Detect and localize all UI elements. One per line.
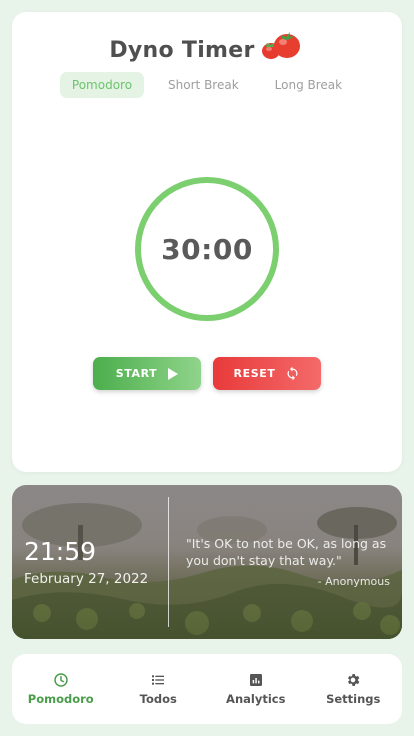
mode-tabs: Pomodoro Short Break Long Break (12, 72, 402, 98)
gear-icon (345, 672, 361, 688)
nav-item-label: Settings (326, 692, 381, 706)
bottom-nav: Pomodoro Todos Analytics Settings (12, 654, 402, 724)
nav-item-settings[interactable]: Settings (308, 672, 398, 706)
reset-button-label: RESET (233, 367, 276, 380)
app-header: Dyno Timer (12, 32, 402, 68)
start-button[interactable]: START (93, 357, 201, 390)
analytics-icon (248, 672, 264, 688)
clock-quote-card: 21:59 February 27, 2022 "It's OK to not … (12, 485, 402, 639)
play-icon (167, 367, 179, 380)
time-left: 30:00 (161, 232, 253, 266)
nav-item-label: Pomodoro (27, 692, 94, 706)
start-button-label: START (115, 367, 158, 380)
card-divider (168, 497, 169, 627)
list-icon (150, 672, 166, 688)
refresh-icon (285, 366, 300, 381)
timer-progress-ring: 30:00 (135, 177, 279, 321)
current-time: 21:59 (24, 537, 97, 566)
nav-item-pomodoro[interactable]: Pomodoro (16, 672, 106, 706)
nav-item-todos[interactable]: Todos (113, 672, 203, 706)
tab-long-break[interactable]: Long Break (263, 72, 354, 98)
current-date: February 27, 2022 (24, 571, 149, 587)
tab-pomodoro[interactable]: Pomodoro (59, 72, 145, 98)
quote-text: "It's OK to not be OK, as long as you do… (186, 536, 387, 568)
app-title: Dyno Timer (109, 37, 255, 63)
reset-button[interactable]: RESET (213, 357, 321, 390)
tomato-icon (259, 26, 305, 68)
clock-icon (53, 672, 69, 688)
nav-item-label: Todos (139, 692, 177, 706)
quote-author: - Anonymous (317, 575, 390, 588)
nav-item-analytics[interactable]: Analytics (211, 672, 301, 706)
timer-card: Dyno Timer Pomodoro Short Break Long Bre… (12, 12, 402, 472)
tab-short-break[interactable]: Short Break (156, 72, 251, 98)
nav-item-label: Analytics (226, 692, 286, 706)
